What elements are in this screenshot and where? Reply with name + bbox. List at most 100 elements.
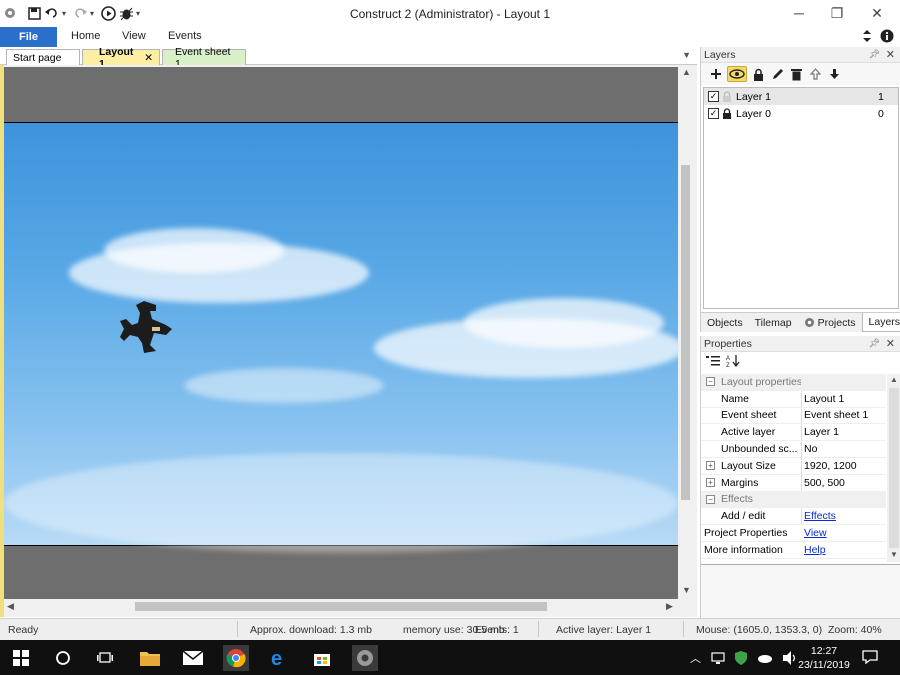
task-view-icon[interactable] [92,645,118,671]
edge-icon[interactable]: e [266,645,292,671]
property-value[interactable]: Event sheet 1 [804,409,868,421]
move-up-icon[interactable] [807,66,823,82]
layer-visible-checkbox[interactable]: ✓ [708,91,719,102]
property-row-name[interactable]: Name Layout 1 [701,390,886,408]
property-value[interactable]: No [804,443,817,455]
info-icon[interactable] [880,29,894,46]
construct-gear-icon[interactable] [352,645,378,671]
mail-icon[interactable] [180,645,206,671]
expand-icon[interactable]: + [706,461,715,471]
windows-start-icon[interactable] [8,645,34,671]
collapse-icon[interactable]: − [706,494,715,504]
layer-row[interactable]: ✓ Layer 0 0 [704,105,898,122]
vertical-scrollbar[interactable]: ▲ ▼ [678,65,693,599]
volume-icon[interactable] [783,651,797,665]
tab-view[interactable]: View [122,30,146,42]
system-clock[interactable]: 12:27 23/11/2019 [796,644,852,672]
scroll-down-icon[interactable]: ▼ [890,550,898,559]
tab-objects[interactable]: Objects [701,313,749,332]
effects-link[interactable]: Effects [804,510,836,522]
scroll-thumb[interactable] [889,388,899,548]
svg-text:A: A [726,356,730,362]
chrome-icon[interactable] [223,645,249,671]
property-value[interactable]: Layout 1 [804,393,844,405]
visibility-eye-icon[interactable] [727,66,747,82]
property-row-margins[interactable]: + Margins 500, 500 [701,474,886,492]
tab-tilemap[interactable]: Tilemap [749,313,798,332]
scroll-thumb[interactable] [681,165,690,500]
pin-icon[interactable]: 📌︎ [869,49,880,60]
properties-scrollbar[interactable]: ▲ ▼ [887,374,900,562]
property-value[interactable]: 1920, 1200 [804,460,857,472]
property-grid: − Layout properties Name Layout 1 Event … [701,374,886,562]
show-hidden-icons-icon[interactable]: ︿ [690,650,701,666]
edit-pencil-icon[interactable] [769,66,785,82]
tab-home[interactable]: Home [71,30,100,42]
property-row-event-sheet[interactable]: Event sheet Event sheet 1 [701,407,886,425]
tab-label: Tilemap [754,316,792,329]
property-value[interactable]: Layer 1 [804,426,839,438]
property-row-active-layer[interactable]: Active layer Layer 1 [701,424,886,442]
pin-icon[interactable]: 📌︎ [869,338,880,349]
collapse-ribbon-icon[interactable] [862,29,872,46]
network-icon[interactable] [711,652,725,664]
add-layer-icon[interactable] [708,66,724,82]
scroll-up-icon[interactable]: ▲ [890,375,898,384]
notifications-icon[interactable] [862,650,878,667]
minimize-button[interactable]: ─ [780,2,818,24]
horizontal-scrollbar[interactable]: ◀ ▶ [4,599,678,614]
layout-canvas[interactable] [4,67,678,599]
close-panel-icon[interactable]: ✕ [886,48,895,61]
close-panel-icon[interactable]: ✕ [886,337,895,350]
search-icon[interactable] [50,645,76,671]
tab-start-page[interactable]: Start page [6,49,80,65]
property-name: Margins [721,476,759,489]
category-layout-properties[interactable]: − Layout properties [701,374,886,391]
property-row-layout-size[interactable]: + Layout Size 1920, 1200 [701,457,886,475]
tab-projects[interactable]: Projects [798,313,862,332]
lock-icon[interactable] [750,66,766,82]
scroll-right-icon[interactable]: ▶ [666,601,673,612]
property-row-add-edit[interactable]: Add / edit Effects [701,508,886,526]
security-shield-icon[interactable] [735,651,747,665]
restore-button[interactable]: ❐ [818,2,856,24]
close-tab-icon[interactable]: ✕ [144,52,153,64]
close-button[interactable]: ✕ [858,2,896,24]
property-row-unbounded-scrolling[interactable]: Unbounded sc... No [701,441,886,458]
scroll-down-icon[interactable]: ▼ [682,585,691,595]
tab-layers[interactable]: Layers [861,313,900,332]
tab-events[interactable]: Events [168,30,202,42]
view-link[interactable]: View [804,527,827,539]
onedrive-cloud-icon[interactable] [757,653,773,663]
categorized-icon[interactable] [706,355,720,370]
expand-icon[interactable]: + [706,478,715,488]
layout-background-sky[interactable] [4,122,678,553]
status-mouse: Mouse: (1605.0, 1353.3, 0) [696,624,823,636]
store-icon[interactable] [309,645,335,671]
layer-locked-icon[interactable] [722,108,732,119]
property-row-more-information[interactable]: More information Help [701,542,886,559]
move-down-icon[interactable] [826,66,842,82]
help-link[interactable]: Help [804,544,826,556]
status-events: Events: 1 [475,624,519,636]
property-value[interactable]: 500, 500 [804,477,845,489]
plane-sprite[interactable] [116,297,174,355]
scroll-left-icon[interactable]: ◀ [7,601,14,612]
sort-alphabetical-icon[interactable]: AZ [726,354,740,370]
collapse-icon[interactable]: − [706,377,715,387]
svg-text:Z: Z [726,363,730,367]
category-effects[interactable]: − Effects [701,491,886,509]
file-tab[interactable]: File [0,27,57,47]
scroll-thumb[interactable] [135,602,547,611]
layer-row[interactable]: ✓ Layer 1 1 [704,88,898,105]
tab-layout-1[interactable]: Layout 1 ✕ [82,46,160,70]
tab-list-dropdown-icon[interactable]: ▼ [682,50,691,60]
property-row-project-properties[interactable]: Project Properties View [701,525,886,542]
layer-visible-checkbox[interactable]: ✓ [708,108,719,119]
delete-trash-icon[interactable] [788,66,804,82]
file-explorer-icon[interactable] [137,645,163,671]
scroll-up-icon[interactable]: ▲ [682,67,691,77]
layers-list: ✓ Layer 1 1 ✓ Layer 0 0 [703,87,899,309]
tab-event-sheet-1[interactable]: Event sheet 1 [162,46,246,70]
layer-unlocked-icon[interactable] [722,91,732,102]
